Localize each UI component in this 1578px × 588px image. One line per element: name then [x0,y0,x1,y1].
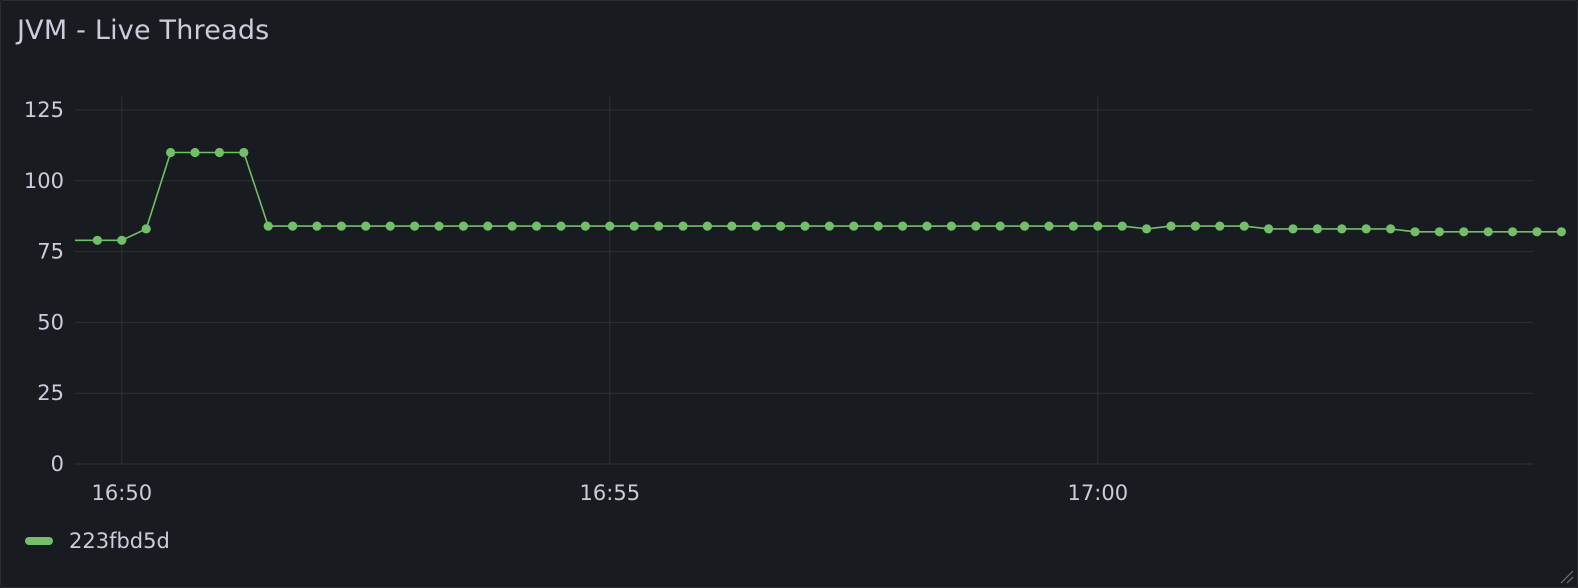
data-point [1093,221,1103,231]
data-point [873,221,883,231]
data-point [532,221,542,231]
data-point [166,147,176,158]
data-point [385,221,395,231]
data-point [776,221,786,231]
data-point [1239,221,1249,231]
data-point [727,221,737,231]
data-point [1142,224,1152,234]
data-point [1190,221,1200,231]
y-tick-label: 0 [51,452,64,476]
data-point [1117,221,1127,231]
data-point [1044,221,1054,231]
data-point [1483,227,1493,237]
y-tick-label: 50 [37,310,64,334]
data-point [1434,227,1444,237]
x-tick-label: 16:55 [580,481,641,505]
data-point [1264,224,1274,234]
data-point [214,147,224,158]
data-point [507,221,517,231]
data-point [605,221,615,231]
y-tick-label: 75 [37,240,64,264]
data-point [1337,224,1347,234]
data-point [361,221,371,231]
data-point [751,221,761,231]
data-point [312,221,322,231]
data-point [117,235,127,245]
data-point [239,147,249,158]
data-point [971,221,981,231]
y-tick-label: 125 [24,98,64,122]
data-point [410,221,420,231]
y-tick-label: 25 [37,381,64,405]
x-tick-label: 17:00 [1068,481,1129,505]
data-point [556,221,566,231]
data-point [1312,224,1322,234]
data-point [434,221,444,231]
data-point [800,221,810,231]
data-point [1459,227,1469,237]
data-point [629,221,639,231]
line-chart[interactable]: 0 25 50 75 100 125 16:50 16:55 17:00 [1,1,1578,521]
data-point [654,221,664,231]
resize-handle-icon[interactable] [1558,568,1574,584]
data-point [1508,227,1518,237]
legend-item[interactable]: 223fbd5d [25,529,170,553]
data-point [1386,224,1396,234]
data-point [1215,221,1225,231]
data-point [1068,221,1078,231]
data-point [190,147,200,158]
data-point [1288,224,1298,234]
data-point [1532,227,1542,237]
data-point [824,221,835,231]
chart-panel: JVM - Live Threads 0 25 50 75 100 125 16:50 16:… [0,0,1578,588]
data-point [580,221,591,231]
data-point [849,221,859,231]
data-point [1556,227,1566,237]
data-point [336,221,346,231]
data-point [1361,224,1371,234]
legend-label: 223fbd5d [69,529,170,553]
data-point [678,221,688,231]
data-point [458,221,468,231]
data-point [1410,227,1420,237]
y-tick-label: 100 [24,169,64,193]
legend-swatch [25,537,53,545]
data-point [92,235,102,245]
data-point [141,224,151,234]
data-point [898,221,908,231]
data-point [702,221,713,231]
data-point [288,221,298,231]
data-point [483,221,493,231]
data-point [995,221,1005,231]
data-point [1020,221,1030,231]
data-point [922,221,932,231]
x-tick-label: 16:50 [92,481,153,505]
data-point [1166,221,1176,231]
data-point [946,221,957,231]
data-point [263,221,273,231]
